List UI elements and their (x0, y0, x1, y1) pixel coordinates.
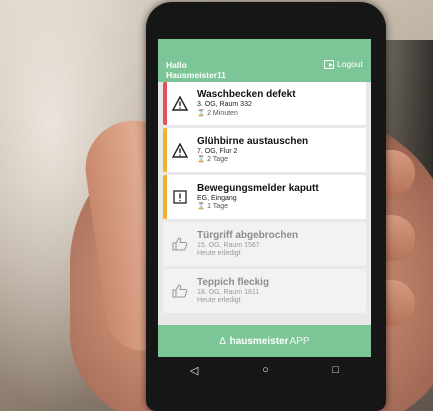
task-time: ⌛ 1 Tage (197, 203, 366, 212)
app-footer: ∆ hausmeister APP (158, 325, 371, 357)
priority-bar (163, 175, 167, 219)
task-location: 18. OG, Raum 1811 (197, 288, 260, 296)
task-time: ⌛ 2 Tage (197, 156, 366, 165)
thumbs-up-icon (163, 284, 197, 298)
task-time: ⌛ 2 Minuten (197, 110, 366, 119)
hourglass-icon: ⌛ (197, 156, 206, 163)
app-screen: Hallo Hausmeister11 Logout Waschbecken d… (158, 39, 371, 357)
brand-suffix: APP (289, 335, 310, 347)
task-time-value: 2 Tage (207, 156, 228, 163)
task-text: Türgriff abgebrochen 15. OG, Raum 1567 Heu… (197, 230, 366, 259)
task-time-value: Heute erledigt (197, 297, 241, 304)
thumbs-up-icon (163, 237, 197, 251)
back-icon[interactable]: ◁ (190, 364, 198, 377)
task-time-value: 2 Minuten (207, 109, 238, 117)
task-title: Bewegungsmelder kaputt (197, 182, 319, 194)
task-title: Teppich fleckig (197, 276, 270, 288)
hourglass-icon: ⌛ (197, 109, 206, 117)
hourglass-icon: ⌛ (197, 203, 206, 210)
task-location: EG, Eingang (197, 194, 237, 202)
warning-triangle-icon (163, 96, 197, 111)
task-text: Glühbirne austauschen 7. OG, Flur 2 ⌛ 2 Tag… (197, 136, 366, 165)
priority-bar (163, 128, 167, 172)
recents-icon[interactable]: □ (332, 364, 339, 376)
brand-logo-icon: ∆ (219, 335, 226, 347)
greeting-username: Hausmeister11 (166, 70, 227, 80)
logout-label: Logout (337, 59, 363, 69)
task-text: Teppich fleckig 18. OG, Raum 1811 Heute er… (197, 277, 366, 306)
task-title: Glühbirne austauschen (197, 135, 309, 147)
task-title: Waschbecken defekt (197, 89, 296, 100)
brand-name: hausmeister (229, 335, 289, 347)
app-header: Hallo Hausmeister11 Logout (158, 39, 371, 82)
home-icon[interactable]: ○ (262, 364, 269, 376)
greeting: Hallo Hausmeister11 (166, 60, 226, 80)
task-location: 15. OG, Raum 1567 (197, 241, 260, 249)
logout-icon (324, 59, 334, 69)
task-card[interactable]: Glühbirne austauschen 7. OG, Flur 2 ⌛ 2 Tag… (163, 128, 366, 172)
task-time: Heute erledigt (197, 297, 366, 306)
priority-bar (163, 82, 167, 125)
task-title: Türgriff abgebrochen (197, 229, 299, 241)
greeting-hello: Hallo (166, 60, 187, 70)
task-time-value: Heute erledigt (197, 250, 241, 257)
task-card[interactable]: Teppich fleckig 18. OG, Raum 1811 Heute er… (163, 269, 366, 313)
logout-button[interactable]: Logout (324, 59, 363, 69)
warning-triangle-icon (163, 142, 197, 158)
task-time: Heute erledigt (197, 250, 366, 259)
task-time-value: 1 Tage (207, 203, 228, 210)
android-navbar: ◁ ○ □ (158, 357, 371, 383)
task-text: Bewegungsmelder kaputt EG, Eingang ⌛ 1 Tage (197, 183, 366, 212)
task-list: Waschbecken defekt 3. OG, Raum 332 ⌛ 2 Minu… (158, 82, 371, 313)
task-card[interactable]: Waschbecken defekt 3. OG, Raum 332 ⌛ 2 Minu… (163, 82, 366, 125)
task-card[interactable]: Türgriff abgebrochen 15. OG, Raum 1567 Heu… (163, 222, 366, 266)
task-text: Waschbecken defekt 3. OG, Raum 332 ⌛ 2 Minu… (197, 89, 366, 118)
task-location: 7. OG, Flur 2 (197, 147, 238, 155)
task-card[interactable]: Bewegungsmelder kaputt EG, Eingang ⌛ 1 Tage (163, 175, 366, 219)
task-location: 3. OG, Raum 332 (197, 101, 252, 108)
exclamation-box-icon (163, 190, 197, 204)
